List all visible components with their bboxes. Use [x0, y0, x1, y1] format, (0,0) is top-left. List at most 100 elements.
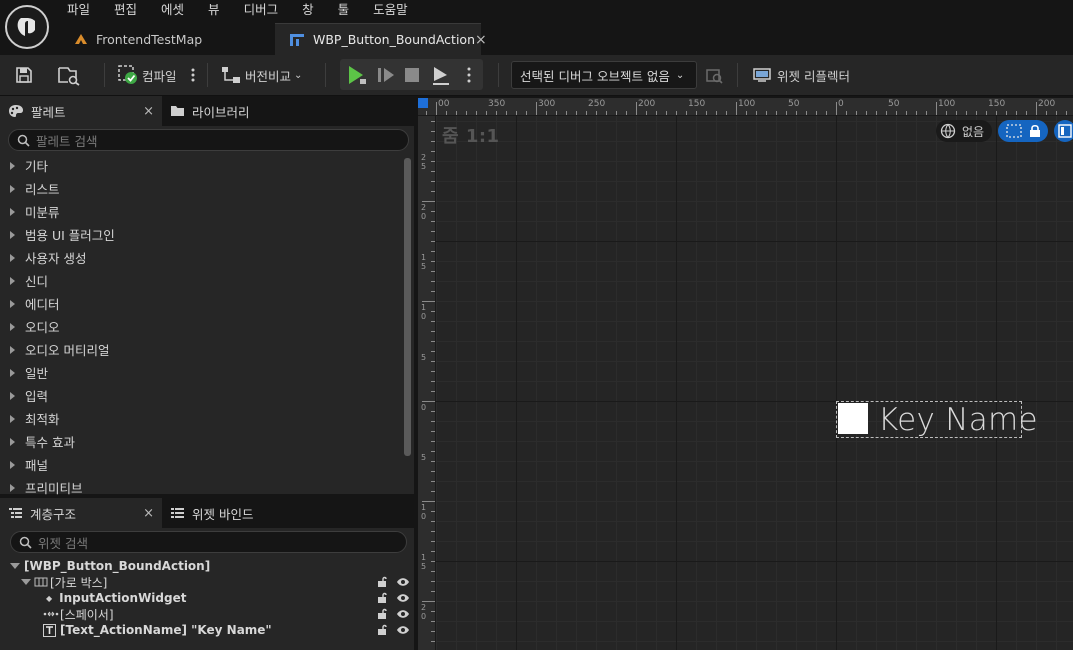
collapse-arrow-icon[interactable] — [21, 579, 31, 585]
browse-button[interactable] — [56, 60, 82, 90]
palette-category[interactable]: 신디 — [0, 269, 404, 292]
stop-icon[interactable] — [404, 67, 420, 83]
tab-library[interactable]: 라이브러리 — [162, 96, 292, 126]
palette-category[interactable]: 특수 효과 — [0, 430, 404, 453]
expand-arrow-icon — [10, 437, 15, 446]
tree-row-horizontal-box[interactable]: [가로 박스] — [0, 574, 414, 590]
play-icon[interactable] — [346, 64, 368, 86]
tree-row-input-action-widget[interactable]: ◆ InputActionWidget — [0, 590, 414, 606]
widget-bind-tab-label: 위젯 바인드 — [192, 506, 254, 522]
palette-icon — [8, 104, 24, 118]
tab-widget-bind[interactable]: 위젯 바인드 — [162, 498, 292, 528]
layout-toggle-button[interactable] — [1054, 120, 1073, 142]
more-vertical-icon[interactable] — [466, 66, 472, 84]
unlock-icon[interactable] — [377, 608, 389, 620]
palette-category[interactable]: 에디터 — [0, 292, 404, 315]
menu-window[interactable]: 창 — [302, 1, 326, 20]
debug-object-dropdown[interactable]: 선택된 디버그 오브젝트 없음 ⌄ — [511, 61, 697, 89]
visibility-eye-icon[interactable] — [396, 577, 410, 587]
tab-wbp-button-bound-action[interactable]: WBP_Button_BoundAction × — [275, 23, 487, 55]
unreal-logo-icon[interactable] — [5, 5, 49, 49]
palette-search-input[interactable]: 팔레트 검색 — [8, 129, 409, 151]
row-actions — [377, 624, 410, 636]
palette-search-placeholder: 팔레트 검색 — [36, 133, 98, 149]
menu-tools[interactable]: 툴 — [338, 1, 362, 20]
palette-category[interactable]: 일반 — [0, 361, 404, 384]
widget-dot-icon: ◆ — [46, 593, 53, 603]
unlock-icon[interactable] — [377, 576, 389, 588]
widget-search-input[interactable]: 위젯 검색 — [10, 531, 407, 553]
menu-view[interactable]: 뷰 — [208, 1, 232, 20]
debug-filter-button[interactable] — [705, 60, 723, 90]
toolbar-divider — [104, 63, 105, 87]
list-icon — [170, 507, 185, 519]
tree-row-text-action-name[interactable]: [Text_ActionName] "Key Name" — [0, 622, 414, 638]
menu-bar: 파일 편집 에셋 뷰 디버그 창 툴 도움말 — [67, 1, 432, 20]
palette-category[interactable]: 오디오 머티리얼 — [0, 338, 404, 361]
palette-category[interactable]: 패널 — [0, 453, 404, 476]
close-icon[interactable]: × — [143, 104, 154, 119]
menu-edit[interactable]: 편집 — [114, 1, 149, 20]
category-label: 일반 — [25, 366, 49, 381]
ruler-label: 150 — [688, 99, 706, 109]
close-tab-icon[interactable]: × — [475, 32, 487, 48]
ruler-label: 350 — [488, 99, 506, 109]
palette-category[interactable]: 사용자 생성 — [0, 246, 404, 269]
expand-arrow-icon — [10, 207, 15, 216]
tree-row-spacer[interactable]: [스페이서] — [0, 606, 414, 622]
widget-reflector-button[interactable]: 위젯 리플렉터 — [752, 60, 850, 90]
compile-button[interactable]: 컴파일 — [117, 60, 177, 90]
palette-category[interactable]: 범용 UI 플러그인 — [0, 223, 404, 246]
tab-palette[interactable]: 팔레트 × — [0, 96, 162, 126]
text-action-name-preview[interactable]: Key Name — [878, 401, 1038, 439]
expand-arrow-icon — [10, 414, 15, 423]
visibility-eye-icon[interactable] — [396, 625, 410, 635]
palette-category[interactable]: 기타 — [0, 154, 404, 177]
unlock-icon[interactable] — [377, 624, 389, 636]
eject-play-icon[interactable] — [430, 64, 452, 86]
category-label: 프리미티브 — [25, 481, 83, 496]
tab-hierarchy[interactable]: 계층구조 × — [0, 498, 162, 528]
menu-file[interactable]: 파일 — [67, 1, 102, 20]
ruler-label: 200 — [1038, 99, 1056, 109]
tab-label: WBP_Button_BoundAction — [313, 32, 475, 47]
tab-label: FrontendTestMap — [96, 31, 203, 47]
tab-frontend-test-map[interactable]: FrontendTestMap — [60, 23, 275, 55]
diff-button[interactable]: 버전비교 ⌄ — [220, 60, 302, 90]
palette-category[interactable]: 오디오 — [0, 315, 404, 338]
ruler-label: 50 — [888, 99, 900, 109]
browse-asset-icon — [58, 67, 80, 86]
tree-row-root[interactable]: [WBP_Button_BoundAction] — [0, 558, 414, 574]
palette-category[interactable]: 리스트 — [0, 177, 404, 200]
category-label: 최적화 — [25, 412, 60, 427]
ruler-label: 00 — [438, 99, 450, 109]
toolbar-divider — [207, 63, 208, 87]
close-icon[interactable]: × — [143, 506, 154, 521]
input-action-widget-preview[interactable] — [838, 403, 868, 434]
step-icon[interactable] — [376, 65, 396, 85]
category-label: 특수 효과 — [25, 435, 75, 450]
designer-canvas[interactable]: 00 350 300 250 200 150 100 50 0 50 100 150 200 25 20 1… — [418, 98, 1073, 650]
collapse-arrow-icon[interactable] — [10, 563, 20, 569]
menu-debug[interactable]: 디버그 — [244, 1, 291, 20]
palette-category[interactable]: 최적화 — [0, 407, 404, 430]
ruler-label: 100 — [938, 99, 956, 109]
save-button[interactable] — [14, 60, 34, 90]
row-actions — [377, 608, 410, 620]
palette-category[interactable]: 프리미티브 — [0, 476, 404, 499]
palette-scrollbar[interactable] — [404, 158, 411, 456]
compile-options-button[interactable] — [190, 60, 196, 90]
unlock-icon[interactable] — [377, 592, 389, 604]
respect-locks-toggle[interactable] — [998, 120, 1048, 142]
menu-help[interactable]: 도움말 — [373, 1, 420, 20]
palette-category[interactable]: 입력 — [0, 384, 404, 407]
palette-category[interactable]: 미분류 — [0, 200, 404, 223]
preview-locale-button[interactable]: 없음 — [936, 120, 992, 142]
menu-asset[interactable]: 에셋 — [161, 1, 196, 20]
tree-row-label: [WBP_Button_BoundAction] — [24, 559, 211, 573]
top-ruler: 00 350 300 250 200 150 100 50 0 50 100 150 200 — [418, 98, 1073, 116]
selection-dashed-icon — [1005, 124, 1022, 138]
layout-icon — [1058, 124, 1072, 138]
visibility-eye-icon[interactable] — [396, 609, 410, 619]
visibility-eye-icon[interactable] — [396, 593, 410, 603]
